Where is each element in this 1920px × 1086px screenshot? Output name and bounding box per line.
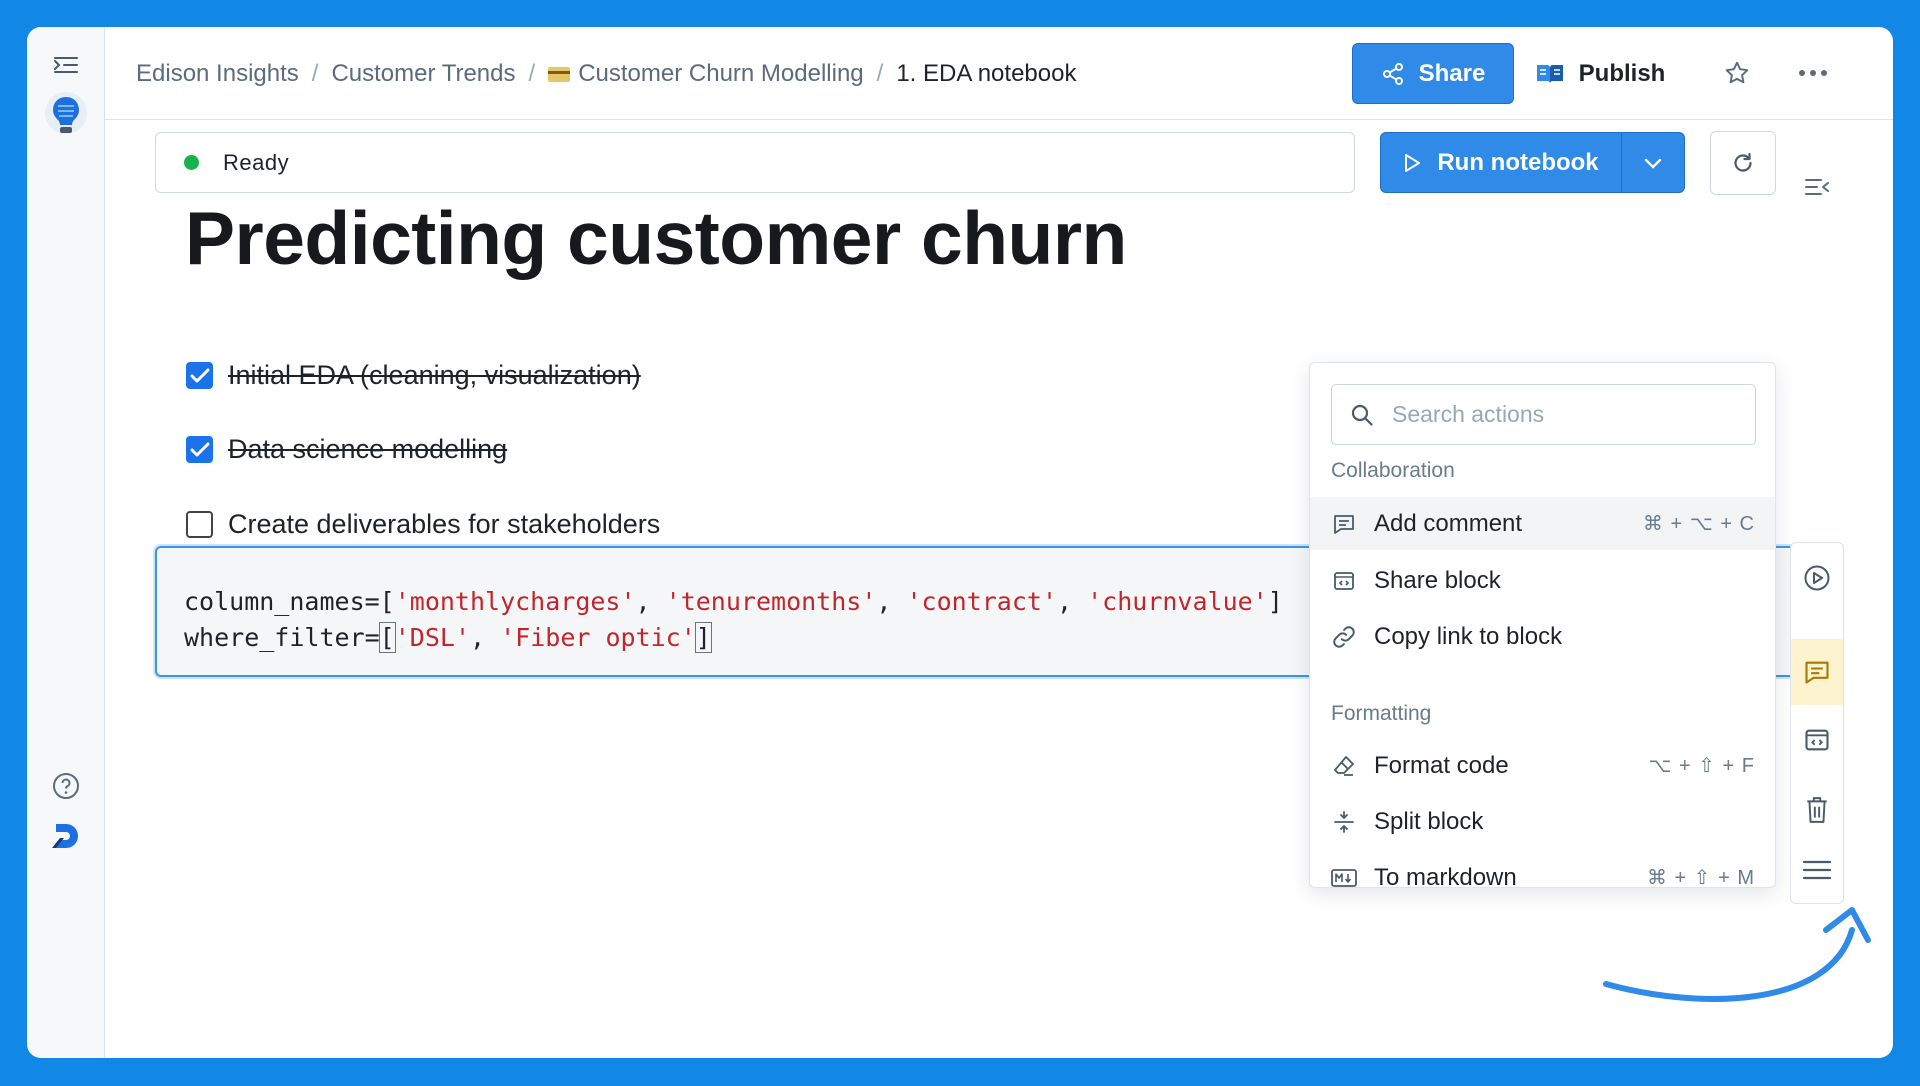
- todo-label[interactable]: Initial EDA (cleaning, visualization): [228, 360, 641, 391]
- menu-item-label: Format code: [1374, 751, 1509, 779]
- run-options-dropdown[interactable]: [1622, 133, 1684, 192]
- menu-item-add-comment[interactable]: Add comment ⌘ + ⌥ + C: [1310, 497, 1775, 550]
- left-rail: [27, 27, 105, 1058]
- breadcrumb-item-folder[interactable]: Customer Churn Modelling: [578, 60, 863, 88]
- share-icon: [1382, 62, 1403, 85]
- kernel-status-bar: Ready: [155, 132, 1355, 193]
- keyboard-shortcut: ⌘ + ⇧ + M: [1646, 867, 1755, 889]
- trash-icon[interactable]: [1791, 777, 1843, 843]
- check-icon: [190, 368, 209, 382]
- publish-button[interactable]: Publish: [1525, 43, 1675, 104]
- checkbox-checked[interactable]: [186, 436, 213, 463]
- menu-item-copy-link[interactable]: Copy link to block: [1310, 610, 1775, 663]
- top-bar: Edison Insights / Customer Trends / Cust…: [105, 27, 1893, 120]
- menu-item-label: Copy link to block: [1374, 622, 1563, 650]
- help-icon[interactable]: [27, 771, 105, 801]
- todo-item: Data science modelling: [186, 434, 507, 465]
- checkbox-unchecked[interactable]: [186, 511, 213, 538]
- publish-label: Publish: [1578, 59, 1666, 87]
- workspace-logo[interactable]: [27, 90, 105, 142]
- search-icon: [1351, 404, 1373, 426]
- split-icon: [1331, 809, 1357, 835]
- pointer-arrow-icon: [1603, 907, 1871, 1002]
- eraser-icon: [1331, 753, 1357, 779]
- run-block-icon[interactable]: [1791, 545, 1843, 611]
- code-token: ]: [1267, 587, 1283, 616]
- code-string: 'tenuremonths': [665, 587, 877, 616]
- keyboard-shortcut: ⌘ + ⌥ + C: [1642, 513, 1755, 535]
- menu-item-label: Share block: [1374, 566, 1501, 594]
- todo-item: Create deliverables for stakeholders: [186, 509, 660, 540]
- status-indicator: [184, 155, 199, 170]
- menu-item-label: To markdown: [1374, 863, 1517, 891]
- keyboard-shortcut: ⌥ + ⇧ + F: [1648, 755, 1755, 777]
- code-string: 'contract': [906, 587, 1057, 616]
- menu-item-label: Add comment: [1374, 509, 1523, 537]
- markdown-icon: [1331, 865, 1357, 891]
- link-icon: [1331, 624, 1357, 650]
- share-block-icon: [1331, 568, 1357, 594]
- play-icon: [1405, 153, 1421, 172]
- breadcrumb: Edison Insights / Customer Trends / Cust…: [136, 27, 1076, 120]
- section-title-collaboration: Collaboration: [1331, 459, 1455, 482]
- block-actions-menu: Collaboration Add comment ⌘ + ⌥ + C Shar…: [1309, 362, 1776, 891]
- chevron-down-icon: [1644, 158, 1662, 169]
- notebook-title[interactable]: Predicting customer churn: [185, 195, 1127, 281]
- run-notebook-button[interactable]: Run notebook: [1381, 133, 1622, 192]
- menu-item-label: Split block: [1374, 807, 1484, 835]
- star-icon[interactable]: [1719, 55, 1755, 91]
- run-notebook-button-group: Run notebook: [1380, 132, 1685, 193]
- search-actions-input[interactable]: [1392, 401, 1732, 428]
- refresh-icon: [1734, 152, 1752, 172]
- code-string: 'churnvalue': [1087, 587, 1268, 616]
- todo-label[interactable]: Create deliverables for stakeholders: [228, 509, 660, 540]
- brand-icon[interactable]: [27, 819, 105, 853]
- book-icon: [1536, 64, 1563, 84]
- search-actions-field[interactable]: [1331, 384, 1756, 445]
- menu-item-share-block[interactable]: Share block: [1310, 554, 1775, 607]
- breadcrumb-separator: /: [311, 59, 319, 87]
- breadcrumb-current: 1. EDA notebook: [896, 59, 1077, 87]
- code-string: 'monthlycharges': [394, 587, 636, 616]
- code-token: column_names=[: [184, 587, 395, 616]
- breadcrumb-item-workspace[interactable]: Edison Insights: [136, 60, 299, 88]
- breadcrumb-separator: /: [528, 59, 536, 87]
- breadcrumb-item-project[interactable]: Customer Trends: [331, 60, 515, 88]
- block-toolbar: [1790, 542, 1844, 904]
- todo-label[interactable]: Data science modelling: [228, 434, 507, 465]
- code-token: where_filter=: [184, 623, 380, 652]
- embed-block-icon[interactable]: [1791, 707, 1843, 773]
- code-string: 'DSL': [394, 623, 470, 652]
- section-title-formatting: Formatting: [1331, 702, 1432, 725]
- code-string: 'Fiber optic': [500, 623, 696, 652]
- checkbox-checked[interactable]: [186, 362, 213, 389]
- card-icon: [548, 67, 571, 82]
- more-options-icon[interactable]: [1793, 55, 1833, 91]
- comment-icon: [1331, 511, 1357, 537]
- menu-item-format-code[interactable]: Format code ⌥ + ⇧ + F: [1310, 739, 1775, 792]
- run-notebook-label: Run notebook: [1437, 148, 1599, 176]
- status-text: Ready: [223, 149, 290, 175]
- todo-item: Initial EDA (cleaning, visualization): [186, 360, 641, 391]
- share-label: Share: [1418, 59, 1486, 87]
- breadcrumb-separator: /: [876, 59, 884, 87]
- comment-block-icon[interactable]: [1791, 639, 1843, 705]
- menu-item-split-block[interactable]: Split block: [1310, 795, 1775, 848]
- expand-sidebar-icon[interactable]: [27, 51, 105, 79]
- refresh-button[interactable]: [1710, 131, 1776, 195]
- check-icon: [190, 442, 209, 456]
- share-button[interactable]: Share: [1352, 43, 1514, 104]
- collapse-outline-icon[interactable]: [1797, 170, 1837, 204]
